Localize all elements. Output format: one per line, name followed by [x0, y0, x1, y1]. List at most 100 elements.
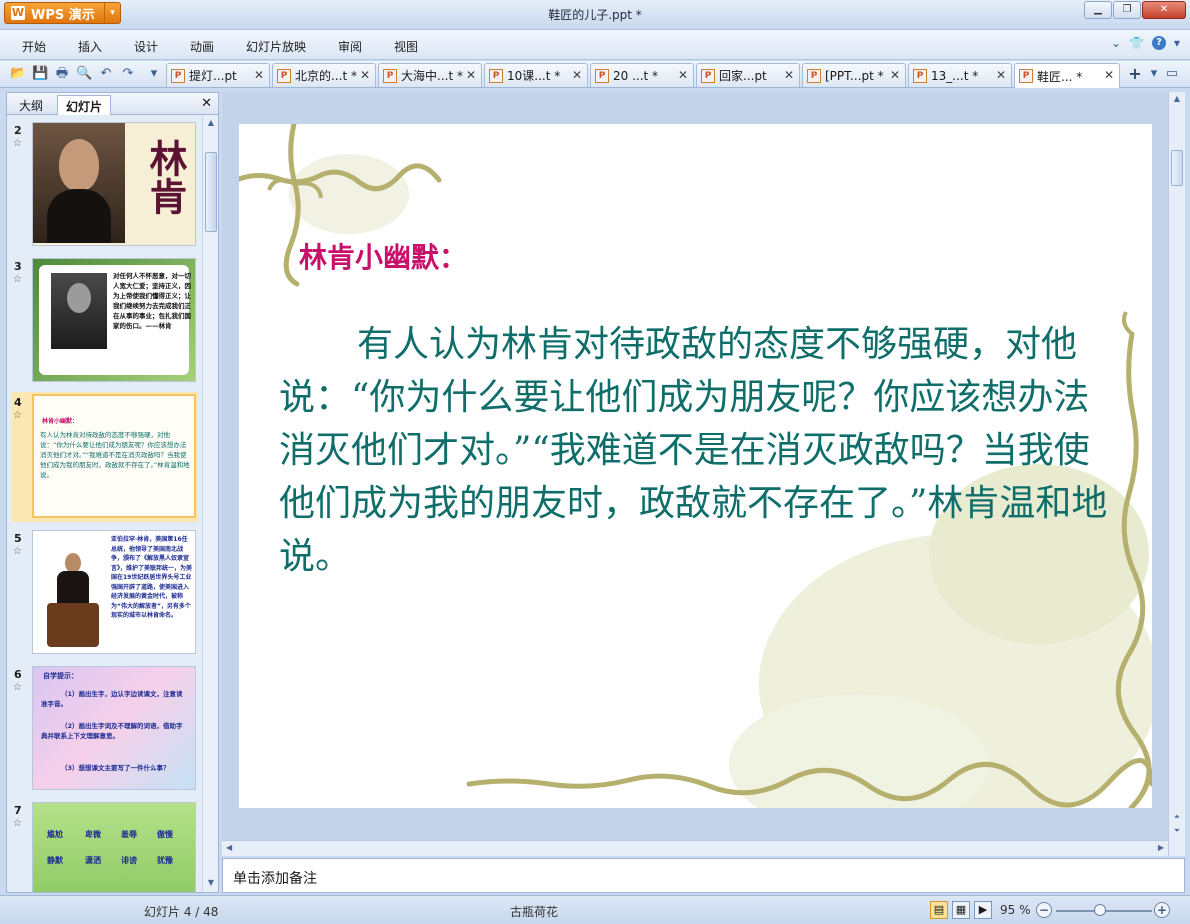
notes-placeholder: 单击添加备注	[233, 871, 317, 887]
close-tab-icon[interactable]: ✕	[572, 68, 582, 82]
doc-tab[interactable]: P [PPT...pt * ✕	[802, 63, 906, 87]
zoom-out-button[interactable]: −	[1036, 902, 1052, 918]
customize-toolbar-icon[interactable]: ▾	[146, 66, 162, 82]
scroll-up-icon[interactable]: ▲	[1171, 94, 1183, 106]
close-tab-icon[interactable]: ✕	[466, 68, 476, 82]
next-slide-icon[interactable]: ⏷	[1171, 826, 1183, 838]
undo-icon[interactable]: ↶	[98, 66, 114, 82]
slides-panel: 大纲 幻灯片 ✕ 2 ☆ 林肯 3 ☆ 对任何人不怀恶意，对一切人宽大仁爱；坚持…	[6, 92, 219, 893]
menu-view[interactable]: 视图	[394, 38, 418, 55]
tab-slides[interactable]: 幻灯片	[57, 95, 112, 115]
window-layout-icon[interactable]: ▭	[1164, 66, 1180, 82]
doc-tab-label: 13_...t *	[931, 68, 979, 83]
close-tab-icon[interactable]: ✕	[890, 68, 900, 82]
thumb-title: 林肯	[143, 139, 188, 215]
thumb-word: 潇洒	[85, 856, 101, 865]
slide-sorter-icon[interactable]: ▦	[952, 901, 970, 919]
slide-thumbnail[interactable]: 5 ☆ 亚伯拉罕·林肯，美国第16任总统，他领导了美国南北战争，颁布了《解放黑人…	[12, 528, 198, 658]
status-bar: 幻灯片 4 / 48 古瓶荷花 ▤ ▦ ▶ 95 % − +	[0, 895, 1190, 924]
menu-insert[interactable]: 插入	[78, 38, 102, 55]
open-folder-icon[interactable]: 📂	[10, 66, 26, 82]
ppt-file-icon: P	[701, 68, 715, 83]
prev-slide-icon[interactable]: ⏶	[1171, 812, 1183, 824]
menu-animation[interactable]: 动画	[190, 38, 214, 55]
close-tab-icon[interactable]: ✕	[1104, 68, 1114, 82]
slide-thumbnail[interactable]: 7 ☆ 尴尬 卑微 羞辱 傲慢 静默 潇洒 诽谤 犹豫	[12, 800, 198, 892]
normal-view-icon[interactable]: ▤	[930, 901, 948, 919]
menu-slideshow[interactable]: 幻灯片放映	[246, 38, 306, 55]
thumb-item: （1）画出生字，边认字边读课文，注意读准字音。	[41, 690, 183, 708]
notes-pane[interactable]: 单击添加备注	[222, 858, 1185, 893]
thumb-text: 亚伯拉罕·林肯，美国第16任总统，他领导了美国南北战争，颁布了《解放黑人奴隶宣言…	[111, 536, 193, 619]
ppt-file-icon: P	[807, 68, 821, 83]
slide-thumbnail[interactable]: 6 ☆ 自学提示： （1）画出生字，边认字边读课文，注意读准字音。 （2）画出生…	[12, 664, 198, 794]
thumb-word: 羞辱	[121, 830, 137, 839]
doc-tab-label: 20 ...t *	[613, 68, 659, 83]
doc-tab[interactable]: P 回家...pt ✕	[696, 63, 800, 87]
slideshow-icon[interactable]: ▶	[974, 901, 992, 919]
minimize-button[interactable]: ▁	[1084, 1, 1112, 19]
ppt-file-icon: P	[1019, 69, 1033, 83]
scroll-down-icon[interactable]: ▼	[205, 878, 217, 890]
doc-tab-active[interactable]: P 鞋匠... * ✕	[1014, 63, 1120, 88]
doc-tab-label: 北京的...t *	[295, 69, 357, 83]
zoom-slider-handle[interactable]	[1094, 904, 1106, 916]
menu-bar: 开始 插入 设计 动画 幻灯片放映 审阅 视图 ⌄ 👕 ? ▾	[0, 30, 1190, 60]
close-tab-icon[interactable]: ✕	[784, 68, 794, 82]
menu-review[interactable]: 审阅	[338, 38, 362, 55]
doc-tab[interactable]: P 20 ...t * ✕	[590, 63, 694, 87]
thumb-word: 犹豫	[157, 856, 173, 865]
slide-thumbnail[interactable]: 3 ☆ 对任何人不怀恶意，对一切人宽大仁爱；坚持正义，因为上帝使我们懂得正义；让…	[12, 256, 198, 386]
restore-button[interactable]: ❐	[1113, 1, 1141, 19]
slide-body-text[interactable]: 有人认为林肯对待政敌的态度不够强硬，对他说：“你为什么要让他们成为朋友呢？你应该…	[279, 318, 1109, 583]
doc-tab[interactable]: P 10课...t * ✕	[484, 63, 588, 87]
ppt-file-icon: P	[277, 68, 291, 83]
doc-tab[interactable]: P 提灯...pt ✕	[166, 63, 270, 87]
animation-star-icon: ☆	[13, 274, 22, 285]
editor-vertical-scrollbar[interactable]: ▲ ⏶ ⏷	[1168, 92, 1185, 856]
close-tab-icon[interactable]: ✕	[360, 68, 370, 82]
skin-icon[interactable]: 👕	[1129, 36, 1144, 50]
close-tab-icon[interactable]: ✕	[678, 68, 688, 82]
slide-number: 2	[14, 124, 22, 137]
editor-horizontal-scrollbar[interactable]: ◀ ▶	[222, 840, 1168, 856]
scroll-thumb[interactable]	[205, 152, 217, 232]
menu-home[interactable]: 开始	[22, 38, 46, 55]
doc-tab[interactable]: P 13_...t * ✕	[908, 63, 1012, 87]
save-icon[interactable]: 💾	[32, 66, 48, 82]
slide-number: 3	[14, 260, 22, 273]
animation-star-icon: ☆	[13, 546, 22, 557]
scroll-thumb[interactable]	[1171, 150, 1183, 186]
scroll-up-icon[interactable]: ▲	[205, 118, 217, 130]
slide-thumbnail-selected[interactable]: 4 ☆ 林肯小幽默： 有人认为林肯对待政敌的态度不够强硬，对他说：“你为什么要让…	[12, 392, 198, 522]
zoom-in-button[interactable]: +	[1154, 902, 1170, 918]
print-icon[interactable]: 🖶	[54, 66, 70, 82]
doc-tab[interactable]: P 北京的...t * ✕	[272, 63, 376, 87]
thumb-item: （3）想想课文主要写了一件什么事？	[61, 764, 170, 772]
ppt-file-icon: P	[595, 68, 609, 83]
close-tab-icon[interactable]: ✕	[996, 68, 1006, 82]
current-slide[interactable]: 林肯小幽默： 有人认为林肯对待政敌的态度不够强硬，对他说：“你为什么要让他们成为…	[239, 124, 1152, 808]
slide-title[interactable]: 林肯小幽默：	[299, 236, 467, 276]
print-preview-icon[interactable]: 🔍	[76, 66, 92, 82]
help-icon[interactable]: ?	[1151, 36, 1166, 50]
doc-tab-label: 10课...t *	[507, 69, 561, 83]
new-tab-button[interactable]: +	[1125, 65, 1145, 83]
thumbnail-scrollbar[interactable]: ▲ ▼	[202, 116, 218, 892]
thumb-word: 卑微	[85, 830, 101, 839]
slide-thumbnail[interactable]: 2 ☆ 林肯	[12, 120, 198, 250]
close-button[interactable]: ✕	[1142, 1, 1186, 19]
close-panel-icon[interactable]: ✕	[201, 96, 212, 111]
scroll-left-icon[interactable]: ◀	[226, 843, 232, 852]
tab-outline[interactable]: 大纲	[11, 95, 51, 115]
thumb-word: 静默	[47, 856, 63, 865]
collapse-ribbon-icon[interactable]: ⌄	[1111, 36, 1121, 50]
tab-list-chevron-icon[interactable]: ▾	[1146, 66, 1162, 82]
animation-star-icon: ☆	[13, 818, 22, 829]
help-chevron-icon[interactable]: ▾	[1174, 36, 1180, 50]
menu-design[interactable]: 设计	[134, 38, 158, 55]
scroll-right-icon[interactable]: ▶	[1158, 843, 1164, 852]
close-tab-icon[interactable]: ✕	[254, 68, 264, 82]
redo-icon[interactable]: ↷	[120, 66, 136, 82]
doc-tab[interactable]: P 大海中...t * ✕	[378, 63, 482, 87]
